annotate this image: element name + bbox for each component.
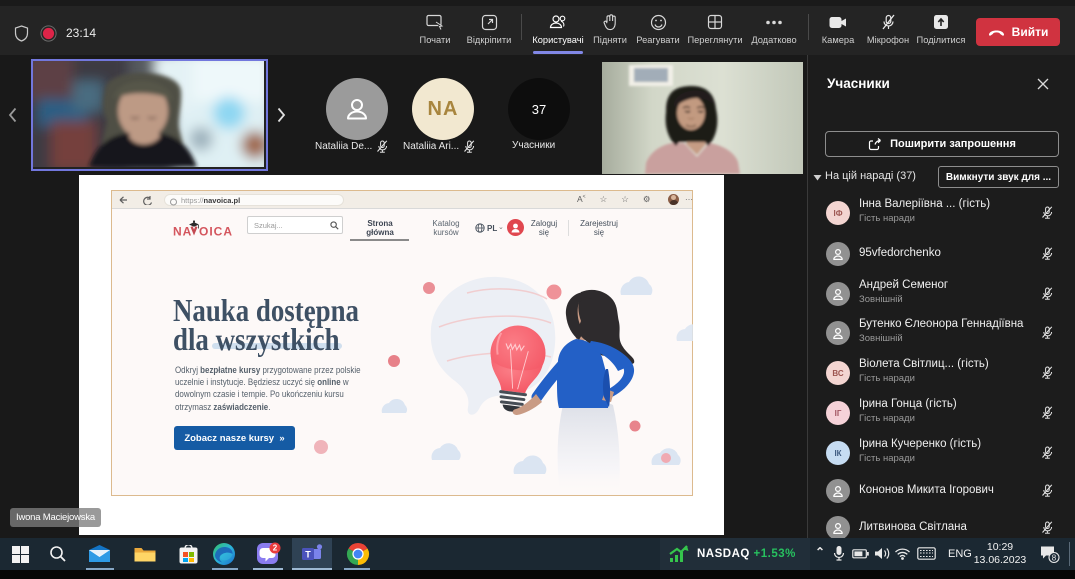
svg-text:T: T xyxy=(305,549,311,559)
svg-text:8: 8 xyxy=(1052,554,1057,563)
svg-text:2: 2 xyxy=(272,543,277,552)
